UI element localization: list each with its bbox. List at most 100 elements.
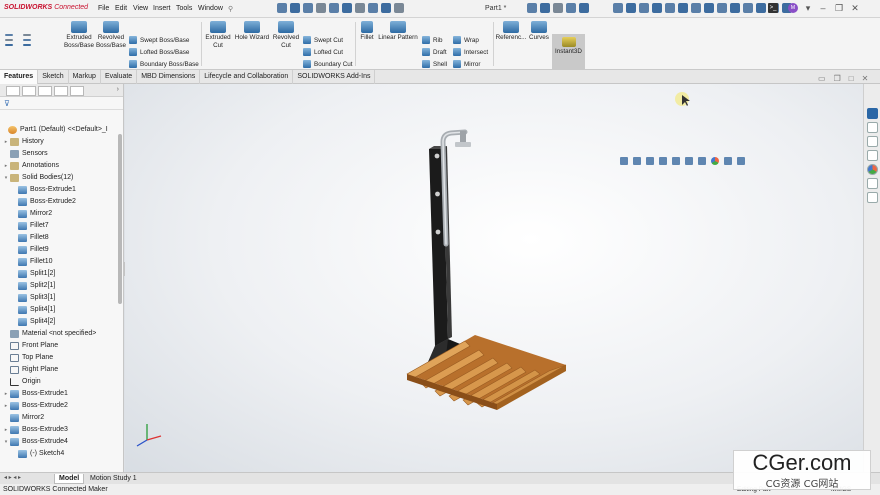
tree-item[interactable]: ▸ Boss-Extrude3	[2, 424, 68, 436]
print-icon[interactable]	[316, 3, 326, 13]
list-icon[interactable]	[5, 44, 13, 46]
expand-toggle-icon[interactable]: ▸	[2, 388, 10, 400]
chevron-right-icon[interactable]: ›	[117, 86, 119, 96]
view-settings-icon[interactable]	[737, 157, 745, 165]
tree-item[interactable]: Split4[1]	[10, 304, 55, 316]
lofted-boss-button[interactable]: Lofted Boss/Base	[129, 48, 189, 56]
tree-item[interactable]: Split4[2]	[10, 316, 55, 328]
settings-icon[interactable]	[553, 3, 563, 13]
revolved-boss-button[interactable]: Revolved Boss/Base	[95, 21, 127, 50]
viewport-restore-icon[interactable]: ❐	[834, 74, 841, 83]
pin-icon[interactable]: ⚲	[228, 5, 233, 13]
tree-item[interactable]: ▸ History	[2, 136, 44, 148]
view-icon-2[interactable]	[626, 3, 636, 13]
tab-markup[interactable]: Markup	[69, 70, 101, 84]
appearance-tab-icon[interactable]	[70, 86, 84, 96]
user-avatar[interactable]: M	[788, 3, 798, 13]
extruded-boss-button[interactable]: Extruded Boss/Base	[62, 21, 96, 50]
tab-motion-study[interactable]: Motion Study 1	[86, 474, 141, 484]
solidworks-forum-icon[interactable]	[866, 192, 878, 203]
expand-toggle-icon[interactable]: ▸	[2, 136, 10, 148]
display-style-icon[interactable]	[685, 157, 693, 165]
tab-model[interactable]: Model	[54, 474, 85, 484]
view-icon-5[interactable]	[665, 3, 675, 13]
options-icon[interactable]	[394, 3, 404, 13]
tree-item[interactable]: Fillet10	[10, 256, 53, 268]
rib-button[interactable]: Rib	[422, 36, 442, 44]
view-icon-8[interactable]	[704, 3, 714, 13]
tab-addins[interactable]: SOLIDWORKS Add-Ins	[293, 70, 376, 84]
zoom-area-icon[interactable]	[633, 157, 641, 165]
view-icon-3[interactable]	[639, 3, 649, 13]
tree-item[interactable]: Fillet7	[10, 220, 49, 232]
expand-toggle-icon[interactable]: ▾	[2, 172, 10, 184]
rebuild-icon[interactable]	[368, 3, 378, 13]
chevron-down-icon[interactable]: ▾	[803, 3, 813, 13]
intersect-button[interactable]: Intersect	[453, 48, 488, 56]
shell-button[interactable]: Shell	[422, 60, 447, 68]
view-icon-6[interactable]	[678, 3, 688, 13]
cube-icon[interactable]	[579, 3, 589, 13]
tree-item[interactable]: Origin	[2, 376, 41, 388]
print-preview-icon[interactable]	[5, 39, 13, 41]
tree-item[interactable]: Sensors	[2, 148, 48, 160]
view-icon-1[interactable]	[613, 3, 623, 13]
wooden-pallet[interactable]	[406, 335, 567, 410]
property-manager-tab-icon[interactable]	[22, 86, 36, 96]
linear-pattern-button[interactable]: Linear Pattern	[377, 21, 419, 42]
options-small-icon[interactable]	[23, 44, 31, 46]
fillet-button[interactable]: Fillet	[358, 21, 376, 42]
view-icon-12[interactable]	[756, 3, 766, 13]
undo-small-icon[interactable]	[23, 34, 31, 36]
wrap-button[interactable]: Wrap	[453, 36, 479, 44]
view-icon-11[interactable]	[743, 3, 753, 13]
open-icon[interactable]	[290, 3, 300, 13]
appearances-icon[interactable]	[866, 164, 878, 175]
feature-tree-tab-icon[interactable]	[6, 86, 20, 96]
expand-toggle-icon[interactable]: ▸	[2, 424, 10, 436]
help-icon[interactable]	[540, 3, 550, 13]
search-icon[interactable]	[527, 3, 537, 13]
tree-item[interactable]: Right Plane	[2, 364, 58, 376]
view-icon-4[interactable]	[652, 3, 662, 13]
feature-tree-scrollbar[interactable]	[118, 134, 122, 304]
undo-icon[interactable]	[329, 3, 339, 13]
configuration-tab-icon[interactable]	[38, 86, 52, 96]
view-icon-9[interactable]	[717, 3, 727, 13]
reference-geometry-button[interactable]: Referenc...	[495, 21, 527, 42]
boundary-cut-button[interactable]: Boundary Cut	[303, 60, 353, 68]
tab-scroll-arrows[interactable]: ◂ ▸ ◂ ▸	[4, 474, 21, 481]
redo-icon[interactable]	[342, 3, 352, 13]
tree-item[interactable]: ▸ Boss-Extrude2	[2, 400, 68, 412]
traffic-light-icon[interactable]	[23, 39, 31, 41]
tree-root[interactable]: Part1 (Default) <<Default>_I	[0, 124, 108, 136]
boundary-boss-button[interactable]: Boundary Boss/Base	[129, 60, 199, 68]
tree-item[interactable]: ▸ Annotations	[2, 160, 59, 172]
tree-item[interactable]: Split1[2]	[10, 268, 55, 280]
menu-tools[interactable]: Tools	[176, 5, 192, 12]
design-library-icon[interactable]	[866, 122, 878, 133]
solidworks-logo[interactable]: SOLIDWORKS Connected	[4, 4, 88, 11]
tree-item[interactable]: Front Plane	[2, 340, 58, 352]
expand-toggle-icon[interactable]: ▸	[2, 160, 10, 172]
hole-wizard-button[interactable]: Hole Wizard	[233, 21, 271, 42]
viewport-close-icon[interactable]: ✕	[862, 74, 869, 83]
tree-item[interactable]: Top Plane	[2, 352, 53, 364]
viewport-minimize-icon[interactable]: ▭	[818, 74, 826, 83]
swept-boss-button[interactable]: Swept Boss/Base	[129, 36, 189, 44]
tree-item[interactable]: ▸ Boss-Extrude1	[2, 388, 68, 400]
custom-properties-icon[interactable]	[866, 178, 878, 189]
previous-view-icon[interactable]	[646, 157, 654, 165]
view-palette-icon[interactable]	[866, 150, 878, 161]
shower-post[interactable]	[429, 146, 452, 346]
extruded-cut-button[interactable]: Extruded Cut	[203, 21, 233, 50]
tree-item[interactable]: Boss-Extrude1	[10, 184, 76, 196]
view-icon-10[interactable]	[730, 3, 740, 13]
tree-item[interactable]: ▾ Boss-Extrude4	[2, 436, 68, 448]
expand-toggle-icon[interactable]: ▾	[2, 436, 10, 448]
3dexperience-icon[interactable]	[566, 3, 576, 13]
hide-show-items-icon[interactable]	[698, 157, 706, 165]
tree-item[interactable]: ▾ Solid Bodies(12)	[2, 172, 73, 184]
new-part-icon[interactable]	[5, 34, 13, 36]
file-properties-icon[interactable]	[381, 3, 391, 13]
